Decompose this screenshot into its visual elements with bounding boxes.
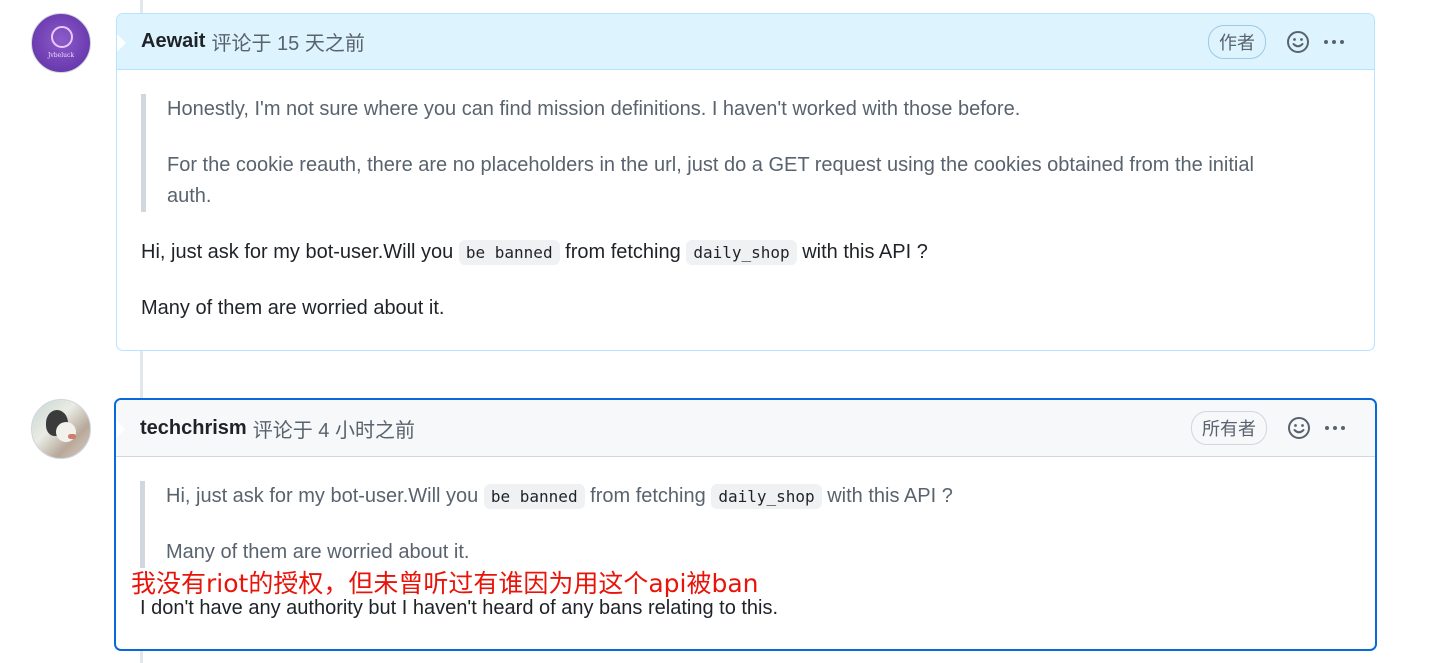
kebab-horizontal-icon bbox=[1324, 39, 1344, 44]
comment-card-highlighted: techchrism 评论于 4 小时之前 所有者 Hi, just ask f… bbox=[114, 398, 1377, 651]
more-options-button[interactable] bbox=[1321, 414, 1349, 442]
add-reaction-button[interactable] bbox=[1285, 414, 1313, 442]
add-reaction-button[interactable] bbox=[1284, 28, 1312, 56]
avatar-text: Jvbeluck bbox=[48, 52, 74, 59]
quote-line: For the cookie reauth, there are no plac… bbox=[167, 154, 1254, 176]
quote-line: Hi, just ask for my bot-user.Will you be… bbox=[166, 481, 1351, 512]
inline-code: be banned bbox=[458, 240, 560, 265]
text-span: Hi, just ask for my bot-user.Will you bbox=[166, 485, 479, 507]
comment-body: Honestly, I'm not sure where you can fin… bbox=[117, 94, 1374, 324]
inline-code: daily_shop bbox=[686, 240, 797, 265]
comment-header: techchrism 评论于 4 小时之前 所有者 bbox=[116, 400, 1375, 457]
more-options-button[interactable] bbox=[1320, 28, 1348, 56]
comment-paragraph: Many of them are worried about it. bbox=[141, 297, 445, 319]
quote-line: Many of them are worried about it. bbox=[166, 541, 470, 563]
comment-timestamp[interactable]: 评论于 15 天之前 bbox=[211, 27, 364, 56]
text-span: from fetching bbox=[565, 241, 681, 263]
blockquote: Hi, just ask for my bot-user.Will you be… bbox=[140, 481, 1351, 568]
comment-paragraph: Hi, just ask for my bot-user.Will you be… bbox=[141, 237, 1350, 268]
avatar[interactable]: Jvbeluck bbox=[31, 13, 91, 73]
smiley-icon bbox=[1288, 417, 1310, 439]
author-badge: 作者 bbox=[1208, 24, 1266, 59]
avatar[interactable] bbox=[31, 399, 91, 459]
text-span: with this API ? bbox=[827, 485, 953, 507]
red-annotation-text: 我没有riot的授权，但未曾听过有谁因为用这个api被ban bbox=[131, 569, 759, 598]
owner-badge: 所有者 bbox=[1191, 411, 1267, 445]
text-span: Hi, just ask for my bot-user.Will you bbox=[141, 241, 454, 263]
quote-line: auth. bbox=[167, 185, 212, 207]
comment-author[interactable]: techchrism bbox=[140, 417, 247, 440]
comment-header: Aewait 评论于 15 天之前 作者 bbox=[117, 14, 1374, 70]
text-span: from fetching bbox=[590, 485, 706, 507]
avatar-logo-icon bbox=[51, 26, 73, 48]
comment-timestamp[interactable]: 评论于 4 小时之前 bbox=[253, 414, 415, 443]
quote-line: Honestly, I'm not sure where you can fin… bbox=[167, 98, 1021, 120]
kebab-horizontal-icon bbox=[1325, 426, 1345, 430]
inline-code: daily_shop bbox=[711, 484, 822, 509]
comment-author[interactable]: Aewait bbox=[141, 30, 205, 53]
comment-body: Hi, just ask for my bot-user.Will you be… bbox=[116, 481, 1375, 624]
comment-card: Aewait 评论于 15 天之前 作者 Honestly, I'm not s… bbox=[116, 13, 1375, 351]
text-span: with this API ? bbox=[802, 241, 928, 263]
smiley-icon bbox=[1287, 30, 1309, 53]
inline-code: be banned bbox=[483, 484, 585, 509]
blockquote: Honestly, I'm not sure where you can fin… bbox=[141, 94, 1350, 212]
